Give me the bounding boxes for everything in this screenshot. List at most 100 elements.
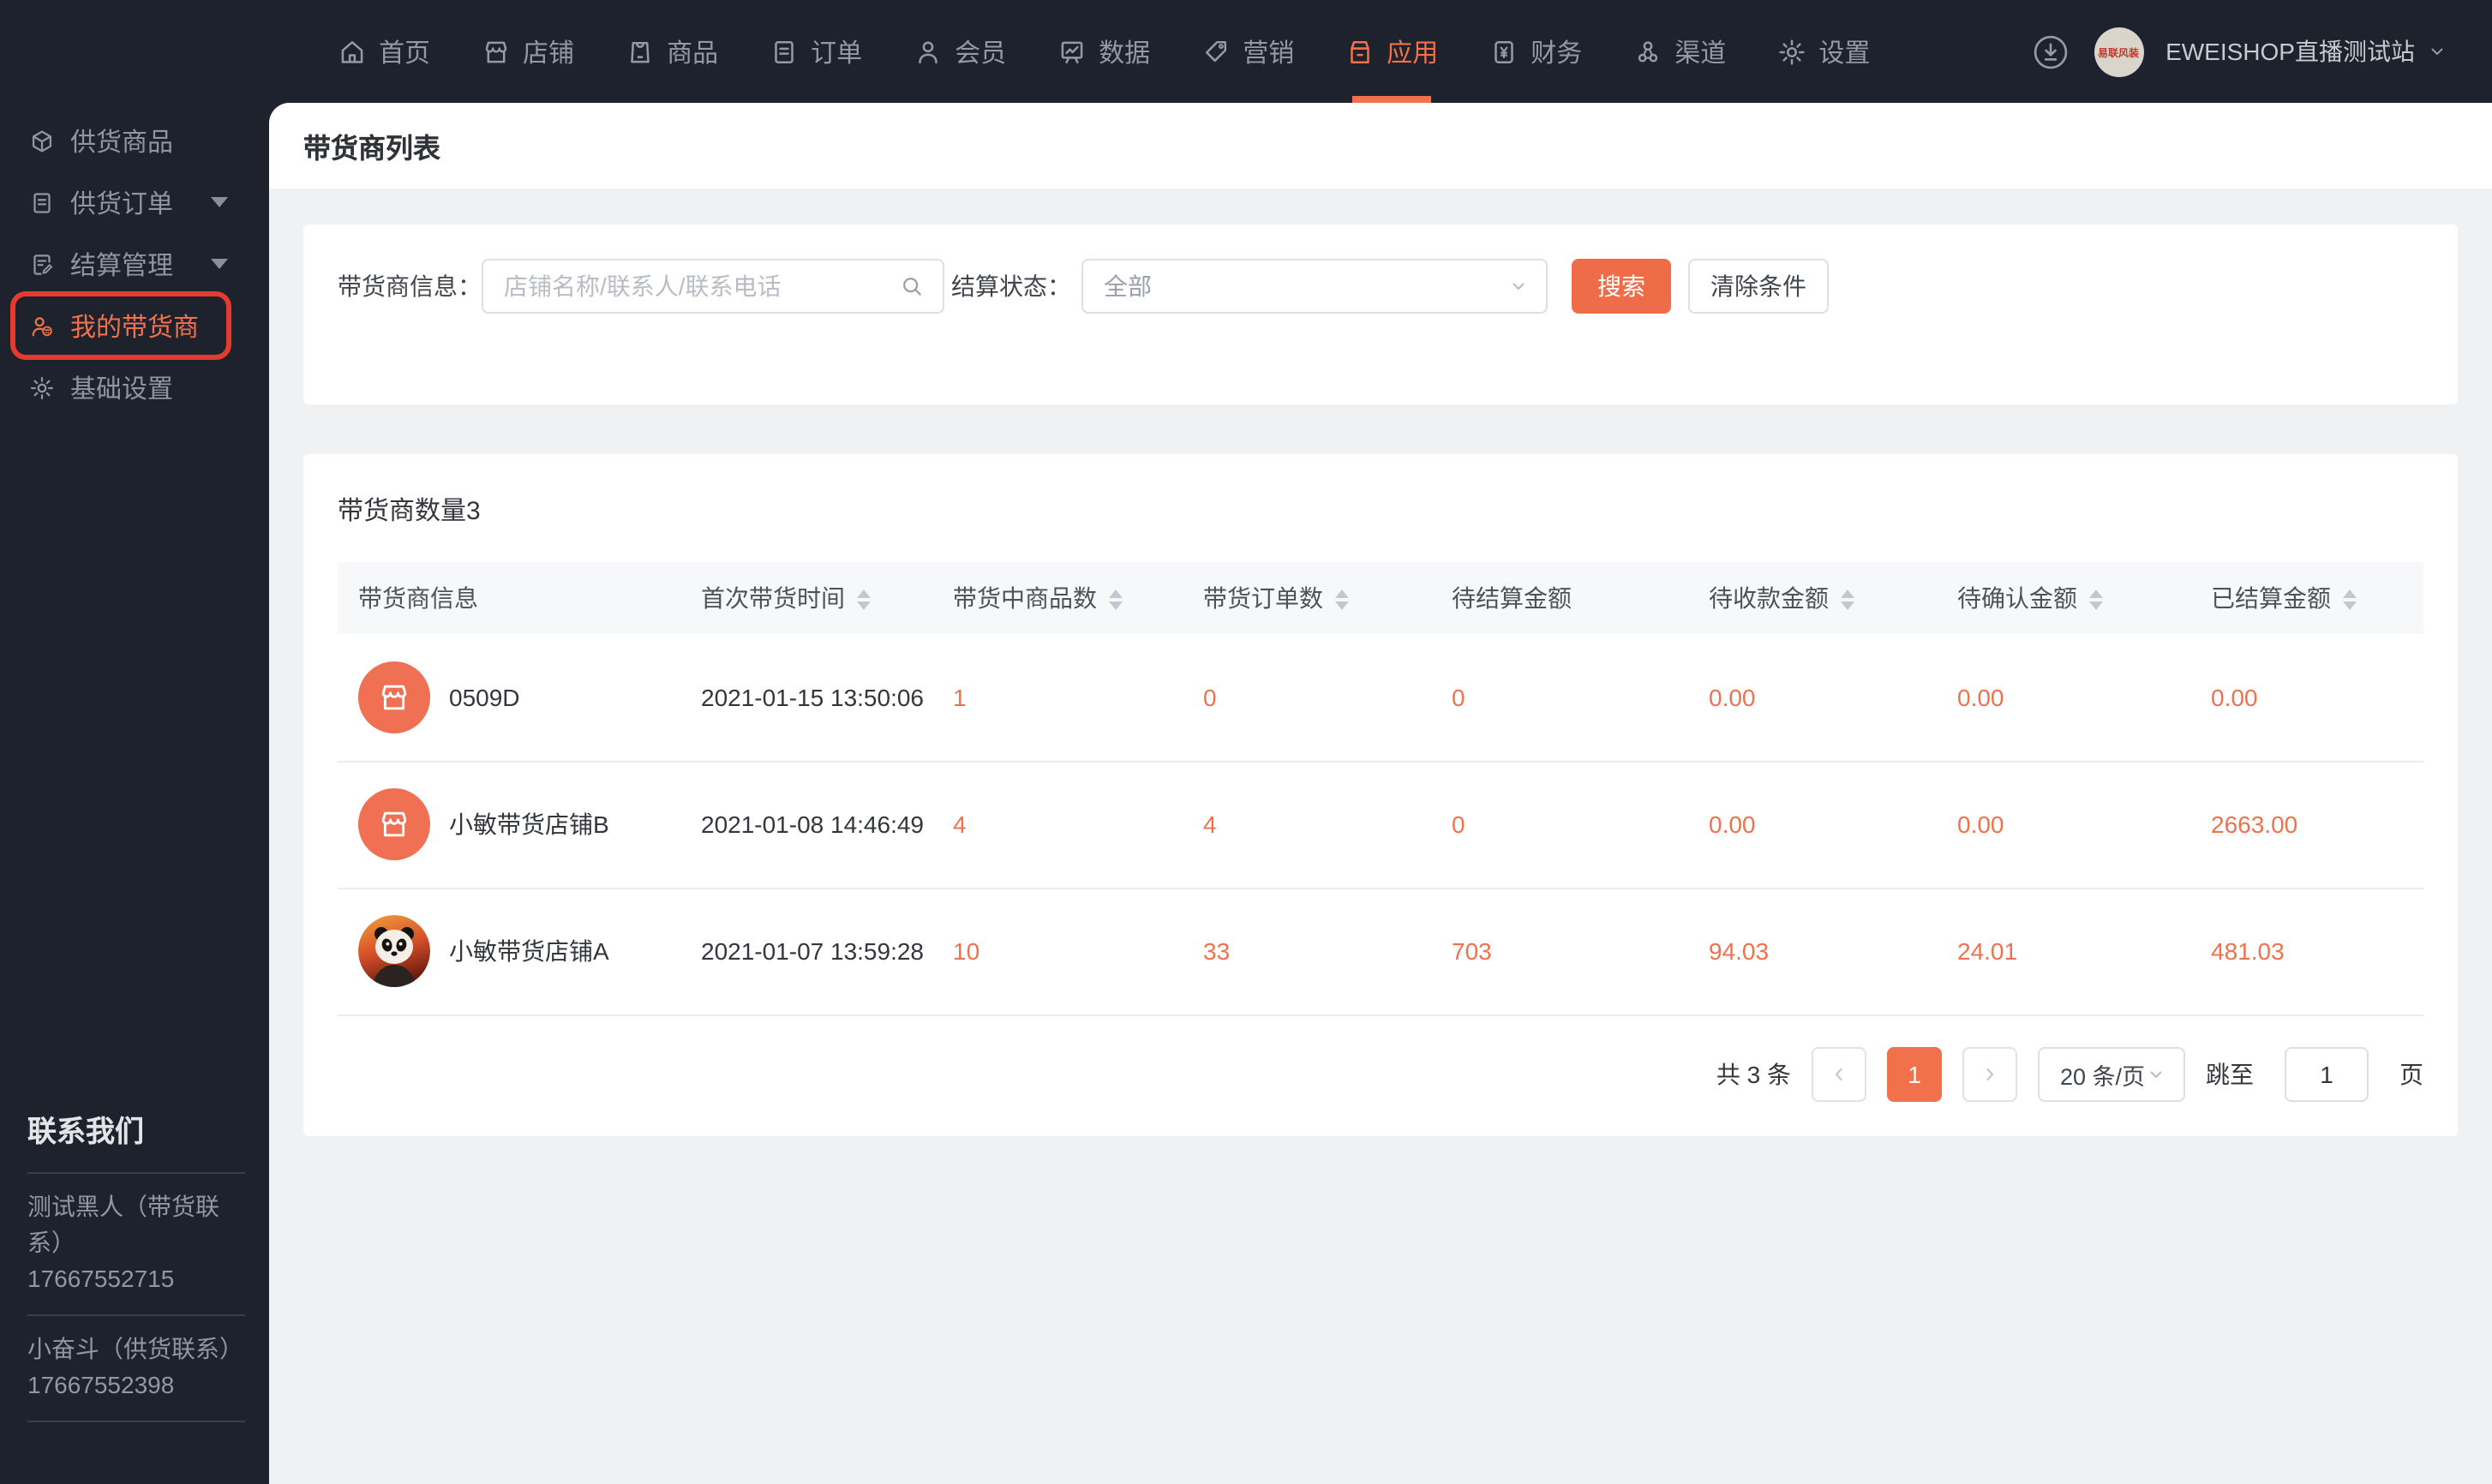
download-button[interactable] — [2028, 30, 2071, 73]
sort-icon[interactable] — [857, 589, 871, 611]
settled-link[interactable]: 0.00 — [2190, 634, 2423, 762]
goods-count-link[interactable]: 10 — [932, 888, 1183, 1015]
pending-settle-link[interactable]: 0 — [1431, 761, 1688, 889]
jump-page-input[interactable] — [2285, 1046, 2369, 1101]
settle-status-select[interactable]: 全部 — [1081, 259, 1548, 314]
next-page-button[interactable] — [1962, 1046, 2017, 1101]
col-pending-settle: 待结算金额 — [1431, 562, 1688, 634]
contact-section: 联系我们 测试黑人（带货联系） 17667552715 小奋斗（供货联系） 17… — [27, 1107, 245, 1422]
first-time-cell: 2021-01-15 13:50:06 — [680, 634, 932, 762]
sidebar-label: 结算管理 — [70, 251, 174, 280]
nav-label: 设置 — [1818, 39, 1871, 68]
col-pending-receive[interactable]: 待收款金额 — [1688, 562, 1937, 634]
pending-receive-link[interactable]: 0.00 — [1688, 634, 1937, 762]
nav-item-settings[interactable]: 设置 — [1776, 0, 1870, 103]
shop-cell: 0509D — [358, 661, 680, 733]
sort-icon[interactable] — [2343, 589, 2357, 611]
divider — [27, 1421, 245, 1422]
order-count-link[interactable]: 0 — [1183, 634, 1431, 762]
distributor-search-input[interactable] — [482, 259, 944, 314]
page-size-select[interactable]: 20 条/页 — [2038, 1046, 2185, 1101]
goods-count-link[interactable]: 4 — [932, 761, 1183, 889]
nav-label: 首页 — [379, 39, 431, 68]
page-body: 带货商信息： 结算状态： 全部 搜索 清除条件 带货商数量3 — [269, 188, 2492, 1135]
nav-item-finance[interactable]: 财务 — [1488, 0, 1582, 103]
contact-title: 联系我们 — [27, 1116, 144, 1148]
table-header-row: 带货商信息 首次带货时间 带货中商品数 带货订单数 待结算金额 待收款金额 待确… — [338, 562, 2423, 634]
pending-receive-link[interactable]: 94.03 — [1688, 888, 1937, 1015]
search-button[interactable]: 搜索 — [1572, 259, 1671, 314]
active-tab-underline — [1351, 96, 1431, 103]
nav-label: 数据 — [1099, 39, 1151, 68]
avatar-text: 易联风装 — [2098, 49, 2140, 59]
nav-item-marketing[interactable]: 营销 — [1200, 0, 1294, 103]
col-settled[interactable]: 已结算金额 — [2190, 562, 2423, 634]
app-root: 首页 店铺 商品 订单 会员 数据 营销 应用 财务 渠道 设置 易联风装 EW… — [0, 0, 2492, 1484]
order-count-link[interactable]: 33 — [1183, 888, 1431, 1015]
pending-settle-link[interactable]: 703 — [1431, 888, 1688, 1015]
sidebar-item-basic-settings[interactable]: 基础设置 — [0, 356, 269, 418]
sidebar-label: 供货订单 — [70, 189, 174, 218]
pending-confirm-link[interactable]: 24.01 — [1937, 888, 2190, 1015]
sidebar-menu: 供货商品 供货订单 结算管理 我的带货商 基础设置 — [0, 103, 269, 418]
member-person-icon — [912, 35, 944, 68]
page-1-button[interactable]: 1 — [1887, 1046, 1942, 1101]
select-value: 全部 — [1104, 272, 1152, 300]
settle-edit-icon — [27, 249, 57, 278]
nav-item-data[interactable]: 数据 — [1056, 0, 1150, 103]
table-row: 0509D 2021-01-15 13:50:06 1 0 0 0.00 0.0… — [338, 634, 2423, 762]
page-title: 带货商列表 — [303, 135, 441, 165]
distributor-table-card: 带货商数量3 带货商信息 首次带货时间 带货中商品数 带货订单数 待结算金额 待… — [303, 454, 2458, 1135]
sidebar-item-settlement[interactable]: 结算管理 — [0, 233, 269, 295]
col-goods-count[interactable]: 带货中商品数 — [932, 562, 1183, 634]
clear-filters-button[interactable]: 清除条件 — [1688, 259, 1829, 314]
distributor-count: 带货商数量3 — [338, 497, 481, 526]
account-menu[interactable]: EWEISHOP直播测试站 — [2166, 34, 2447, 69]
nav-label: 商品 — [667, 39, 719, 68]
distributor-table: 带货商信息 首次带货时间 带货中商品数 带货订单数 待结算金额 待收款金额 待确… — [338, 562, 2423, 1015]
settled-link[interactable]: 2663.00 — [2190, 761, 2423, 889]
sort-icon[interactable] — [1109, 589, 1123, 611]
data-chart-icon — [1056, 35, 1088, 68]
pending-receive-link[interactable]: 0.00 — [1688, 761, 1937, 889]
pending-settle-link[interactable]: 0 — [1431, 634, 1688, 762]
nav-item-home[interactable]: 首页 — [336, 0, 430, 103]
col-first-time[interactable]: 首次带货时间 — [680, 562, 932, 634]
nav-item-apps[interactable]: 应用 — [1344, 0, 1438, 103]
first-time-cell: 2021-01-07 13:59:28 — [680, 888, 932, 1015]
sort-icon[interactable] — [1841, 589, 1854, 611]
sidebar-item-supply-orders[interactable]: 供货订单 — [0, 171, 269, 233]
sidebar-item-supply-goods[interactable]: 供货商品 — [0, 110, 269, 171]
store-name: EWEISHOP直播测试站 — [2166, 38, 2415, 65]
col-pending-confirm[interactable]: 待确认金额 — [1937, 562, 2190, 634]
chevron-down-icon — [2146, 1063, 2166, 1084]
goods-count-link[interactable]: 1 — [932, 634, 1183, 762]
prev-page-button[interactable] — [1812, 1046, 1866, 1101]
nav-item-members[interactable]: 会员 — [912, 0, 1006, 103]
shop-cell: 小敏带货店铺B — [358, 788, 680, 860]
pending-confirm-link[interactable]: 0.00 — [1937, 761, 2190, 889]
page-title-bar: 带货商列表 — [269, 103, 2492, 188]
distributor-search-box — [482, 259, 944, 314]
nav-item-orders[interactable]: 订单 — [768, 0, 862, 103]
sort-icon[interactable] — [2089, 589, 2103, 611]
order-doc-icon — [768, 35, 800, 68]
nav-label: 渠道 — [1674, 39, 1727, 68]
sidebar-item-my-distributors[interactable]: 我的带货商 — [0, 295, 269, 356]
nav-item-channel[interactable]: 渠道 — [1632, 0, 1726, 103]
contact-name: 小奋斗（供货联系） — [27, 1335, 243, 1362]
nav-item-goods[interactable]: 商品 — [624, 0, 718, 103]
settled-link[interactable]: 481.03 — [2190, 888, 2423, 1015]
supplier-person-icon — [27, 311, 57, 340]
shop-name: 小敏带货店铺A — [449, 937, 609, 965]
store-avatar[interactable]: 易联风装 — [2094, 27, 2144, 76]
download-icon — [2028, 30, 2071, 73]
contact-entry: 小奋斗（供货联系） 17667552398 — [27, 1316, 245, 1421]
sort-icon[interactable] — [1335, 589, 1349, 611]
pending-confirm-link[interactable]: 0.00 — [1937, 634, 2190, 762]
col-order-count[interactable]: 带货订单数 — [1183, 562, 1431, 634]
top-navbar: 首页 店铺 商品 订单 会员 数据 营销 应用 财务 渠道 设置 易联风装 EW… — [0, 0, 2492, 103]
nav-label: 订单 — [811, 39, 863, 68]
order-count-link[interactable]: 4 — [1183, 761, 1431, 889]
nav-item-shop[interactable]: 店铺 — [480, 0, 574, 103]
